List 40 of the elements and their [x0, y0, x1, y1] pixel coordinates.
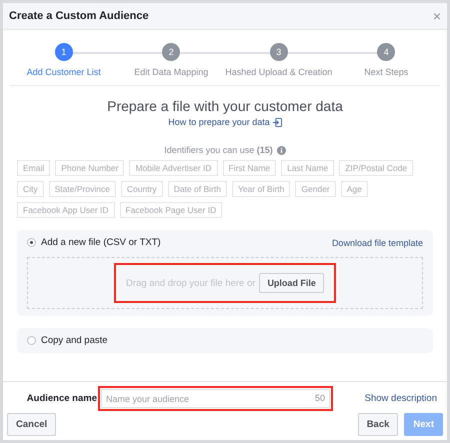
window-title: Create a Custom Audience — [9, 10, 149, 22]
footer-button[interactable]: Back — [358, 413, 398, 436]
identifier-tag: Email — [17, 160, 50, 176]
field-label: Audience name — [26, 393, 97, 404]
character-counter: 50 — [314, 393, 325, 403]
identifiers-label: Identifiers you can use (15) — [164, 145, 273, 155]
identifier-tag: Facebook Page User ID — [120, 202, 222, 218]
step-number: 1 — [54, 43, 73, 61]
identifier-tag: Mobile Advertiser ID — [129, 160, 218, 176]
radio-button[interactable] — [27, 336, 36, 345]
step-label: Edit Data Mapping — [134, 67, 208, 77]
identifier-tag: City — [17, 181, 44, 197]
step-label: Add Customer List — [26, 67, 101, 77]
step-label: Hashed Upload & Creation — [225, 67, 332, 77]
option-label: Copy and paste — [41, 335, 108, 346]
help-link[interactable]: How to prepare your data — [168, 117, 270, 127]
step-number: 2 — [162, 43, 180, 61]
upload-button[interactable]: Upload File — [259, 273, 324, 293]
identifier-tag: Age — [340, 181, 368, 197]
identifier-tag: Phone Number — [55, 160, 124, 176]
identifier-tag: ZIP/Postal Code — [339, 160, 414, 176]
radio-button[interactable] — [27, 238, 36, 247]
identifier-tag: State/Province — [48, 181, 116, 197]
identifier-tag: Facebook App User ID — [17, 202, 115, 218]
identifier-tag: Year of Birth — [232, 181, 290, 197]
info-icon — [276, 146, 286, 154]
step-number: 4 — [377, 43, 396, 61]
show-description-link[interactable]: Show description — [364, 393, 437, 404]
identifier-tag: Date of Birth — [168, 181, 227, 197]
step-label: Next Steps — [364, 67, 408, 77]
identifier-tag: First Name — [222, 160, 276, 176]
open-icon — [272, 118, 282, 126]
step-number: 3 — [270, 43, 288, 61]
identifier-tag: Country — [120, 181, 163, 197]
download-link[interactable]: Download file template — [332, 238, 423, 248]
option-label: Add a new file (CSV or TXT) — [41, 237, 161, 248]
identifier-tag: Last Name — [281, 160, 334, 176]
identifier-tag: Gender — [295, 181, 336, 197]
footer-button[interactable]: Cancel — [7, 413, 56, 436]
heading: Prepare a file with your customer data — [106, 98, 344, 114]
